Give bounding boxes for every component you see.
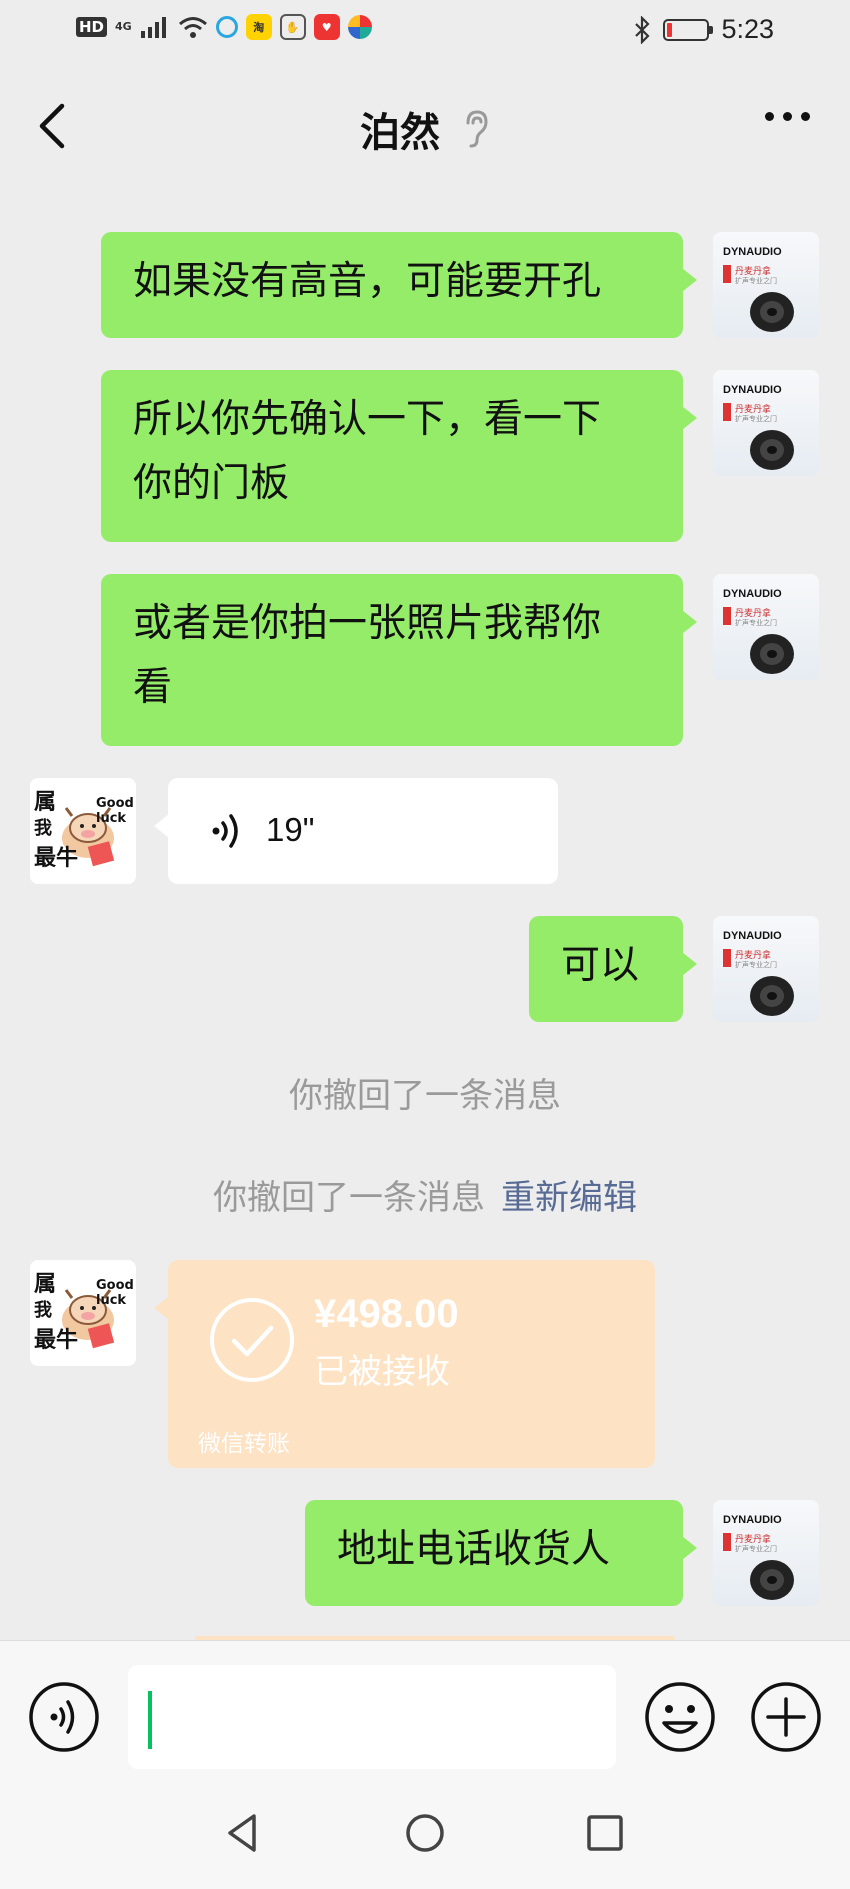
message-text: 看	[133, 665, 173, 710]
speaker-icon	[750, 292, 794, 332]
chat-header: 泊然	[0, 62, 850, 190]
avatar-sticker-text: 最牛	[34, 1328, 79, 1353]
message-bubble[interactable]: 或者是你拍一张照片我帮你 看	[101, 574, 697, 746]
avatar-contact[interactable]: 属 我 最牛 Good luck	[30, 778, 136, 884]
bluetooth-icon	[635, 15, 650, 44]
taobao-app-icon: 淘	[245, 14, 272, 40]
voice-wave-icon	[212, 814, 238, 848]
avatar-contact[interactable]: 属 我 最牛 Good luck	[30, 1260, 136, 1366]
voice-input-icon[interactable]	[28, 1681, 100, 1753]
avatar-brand: DYNAUDIO	[723, 246, 782, 258]
ear-icon	[466, 110, 488, 148]
message-text: 你的门板	[133, 461, 290, 506]
emoji-icon[interactable]	[644, 1681, 716, 1753]
chat-title[interactable]: 泊然	[360, 100, 440, 158]
message-bubble[interactable]: 如果没有高音，可能要开孔	[101, 232, 697, 338]
avatar-brand: DYNAUDIO	[723, 930, 782, 942]
message-text: 如果没有高音，可能要开孔	[133, 259, 602, 304]
more-dots-icon[interactable]	[765, 112, 810, 121]
message-text: 可以	[561, 943, 640, 988]
input-bar	[0, 1640, 850, 1780]
system-nav-bar	[0, 1780, 850, 1889]
network-type: 4G	[115, 20, 132, 33]
avatar-sticker-text: 最牛	[34, 846, 79, 871]
transfer-card[interactable]: ¥498.00 已被接收 微信转账	[154, 1260, 655, 1468]
status-bar: HD 4G 淘 ✋ ♥ 5:23	[0, 0, 850, 62]
message-text: 所以你先确认一下，看一下	[133, 397, 602, 442]
avatar-brand: DYNAUDIO	[723, 1514, 782, 1526]
avatar-self[interactable]: DYNAUDIO 丹麦丹拿 扩声专业之门	[713, 370, 819, 476]
avatar-self[interactable]: DYNAUDIO 丹麦丹拿 扩声专业之门	[713, 1500, 819, 1606]
voice-duration: 19"	[266, 811, 315, 848]
avatar-self[interactable]: DYNAUDIO 丹麦丹拿 扩声专业之门	[713, 916, 819, 1022]
system-notice-text: 你撤回了一条消息	[213, 1178, 485, 1218]
system-notice-text: 你撤回了一条消息	[289, 1076, 561, 1116]
tablet-app-icon	[215, 16, 238, 38]
battery-icon	[663, 18, 714, 41]
hd-badge: HD	[76, 17, 108, 37]
avatar-tagline: 扩声专业之门	[735, 961, 777, 969]
avatar-tagline: 扩声专业之门	[735, 619, 777, 627]
speaker-icon	[750, 634, 794, 674]
message-text: 地址电话收货人	[337, 1527, 611, 1572]
speaker-icon	[750, 976, 794, 1016]
transfer-status: 已被接收	[314, 1352, 450, 1392]
avatar-tagline: 扩声专业之门	[735, 1545, 777, 1553]
nav-back-icon[interactable]	[218, 1808, 268, 1858]
nav-recent-icon[interactable]	[580, 1808, 630, 1858]
transfer-amount: ¥498.00	[314, 1292, 459, 1336]
voice-message[interactable]: 19"	[154, 778, 558, 884]
avatar-tagline: 扩声专业之门	[735, 277, 777, 285]
message-bubble[interactable]: 地址电话收货人	[305, 1500, 697, 1606]
transfer-label: 微信转账	[198, 1431, 290, 1457]
message-input[interactable]	[128, 1665, 616, 1769]
avatar-self[interactable]: DYNAUDIO 丹麦丹拿 扩声专业之门	[713, 232, 819, 338]
plus-icon[interactable]	[750, 1681, 822, 1753]
speaker-icon	[750, 430, 794, 470]
message-text: 或者是你拍一张照片我帮你	[133, 601, 602, 646]
chat-title-area: 泊然	[0, 100, 850, 158]
avatar-brand: DYNAUDIO	[723, 588, 782, 600]
avatar-sticker-text: 我	[34, 1300, 52, 1321]
check-circle-icon	[210, 1298, 294, 1382]
text-cursor	[148, 1691, 152, 1749]
signal-icon	[140, 17, 166, 38]
avatar-badge: Good luck	[96, 796, 134, 826]
status-right: 5:23	[633, 14, 774, 45]
avatar-badge: Good luck	[96, 1278, 134, 1308]
message-bubble[interactable]: 可以	[529, 916, 697, 1022]
clock: 5:23	[721, 14, 774, 44]
avatar-sticker-text: 我	[34, 818, 52, 839]
wifi-icon	[178, 17, 207, 38]
avatar-self[interactable]: DYNAUDIO 丹麦丹拿 扩声专业之门	[713, 574, 819, 680]
re-edit-link[interactable]: 重新编辑	[501, 1178, 637, 1218]
system-notice: 你撤回了一条消息	[0, 1068, 850, 1117]
avatar-sticker-text: 属	[34, 1272, 57, 1297]
pinwheel-app-icon	[347, 15, 372, 39]
status-left: HD 4G 淘 ✋ ♥	[76, 14, 372, 40]
shield-app-icon: ✋	[279, 14, 306, 40]
speaker-icon	[750, 1560, 794, 1600]
system-notice: 你撤回了一条消息 重新编辑	[0, 1170, 850, 1219]
nav-home-icon[interactable]	[400, 1808, 450, 1858]
heart-app-icon: ♥	[313, 14, 340, 40]
avatar-tagline: 扩声专业之门	[735, 415, 777, 423]
avatar-brand: DYNAUDIO	[723, 384, 782, 396]
message-bubble[interactable]: 所以你先确认一下，看一下 你的门板	[101, 370, 697, 542]
avatar-sticker-text: 属	[34, 790, 57, 815]
